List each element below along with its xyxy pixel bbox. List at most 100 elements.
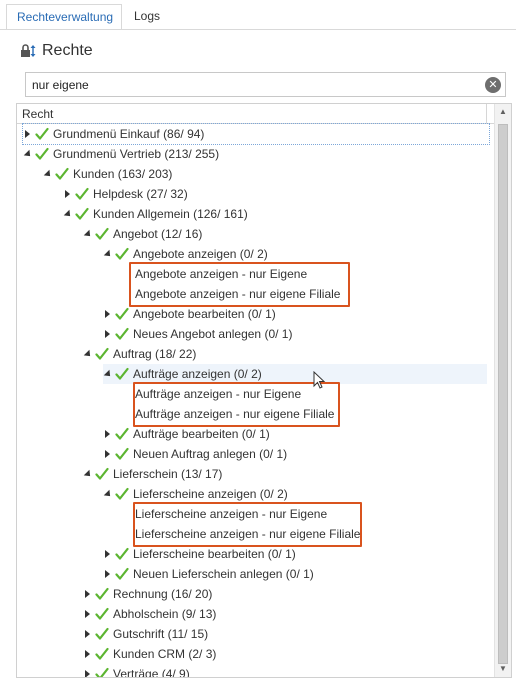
checkmark-icon[interactable] — [75, 184, 89, 204]
tree-item[interactable]: Kunden Allgemein (126/ 161) — [63, 204, 248, 224]
tab-bar: Rechteverwaltung Logs — [0, 0, 516, 30]
checkmark-icon[interactable] — [95, 584, 109, 604]
checkmark-icon[interactable] — [115, 304, 129, 324]
tree-item[interactable]: Aufträge bearbeiten (0/ 1) — [103, 424, 270, 444]
expand-arrow-icon[interactable] — [83, 664, 95, 677]
collapse-arrow-icon[interactable] — [103, 484, 115, 504]
tree-item-label: Kunden (163/ 203) — [73, 167, 173, 181]
highlight-box-auftraege — [133, 382, 340, 427]
tree-item[interactable]: Angebot (12/ 16) — [83, 224, 202, 244]
tree-item[interactable]: Angebote anzeigen (0/ 2) — [103, 244, 268, 264]
checkmark-icon[interactable] — [115, 564, 129, 584]
tree-item-label: Grundmenü Einkauf (86/ 94) — [53, 127, 205, 141]
collapse-arrow-icon[interactable] — [83, 224, 95, 244]
mouse-cursor-icon — [313, 370, 327, 391]
tree-item[interactable]: Kunden (163/ 203) — [43, 164, 172, 184]
tree-item[interactable]: Neues Angebot anlegen (0/ 1) — [103, 324, 292, 344]
tree-item-label: Gutschrift (11/ 15) — [113, 627, 209, 641]
tree-item[interactable]: Aufträge anzeigen (0/ 2) — [103, 364, 487, 384]
clear-icon[interactable]: ✕ — [485, 77, 501, 93]
expand-arrow-icon[interactable] — [63, 184, 75, 204]
expand-arrow-icon[interactable] — [103, 304, 115, 324]
checkmark-icon[interactable] — [95, 464, 109, 484]
checkmark-icon[interactable] — [35, 144, 49, 164]
expand-arrow-icon[interactable] — [103, 564, 115, 584]
tree-item-label: Neuen Auftrag anlegen (0/ 1) — [133, 447, 288, 461]
highlight-box-lieferscheine — [133, 502, 362, 547]
expand-arrow-icon[interactable] — [103, 324, 115, 344]
expand-arrow-icon[interactable] — [83, 624, 95, 644]
collapse-arrow-icon[interactable] — [103, 364, 115, 384]
search-box: ✕ — [25, 72, 506, 97]
tree-item-label: Angebote anzeigen (0/ 2) — [133, 247, 268, 261]
tree-item[interactable]: Helpdesk (27/ 32) — [63, 184, 188, 204]
tree-column-header: Recht — [17, 104, 495, 124]
checkmark-icon[interactable] — [115, 244, 129, 264]
checkmark-icon[interactable] — [115, 484, 129, 504]
tree-item[interactable]: Auftrag (18/ 22) — [83, 344, 196, 364]
collapse-arrow-icon[interactable] — [103, 244, 115, 264]
lock-sort-icon — [20, 43, 38, 59]
tree-item[interactable]: Grundmenü Vertrieb (213/ 255) — [23, 144, 219, 164]
expand-arrow-icon[interactable] — [83, 604, 95, 624]
checkmark-icon[interactable] — [95, 644, 109, 664]
expand-arrow-icon[interactable] — [83, 644, 95, 664]
tree-item-label: Aufträge bearbeiten (0/ 1) — [133, 427, 270, 441]
checkmark-icon[interactable] — [95, 664, 109, 677]
collapse-arrow-icon[interactable] — [83, 464, 95, 484]
column-divider[interactable] — [486, 104, 487, 124]
tree-item[interactable]: Angebote bearbeiten (0/ 1) — [103, 304, 276, 324]
checkmark-icon[interactable] — [115, 444, 129, 464]
tab-divider — [0, 29, 516, 30]
tree-item-label: Rechnung (16/ 20) — [113, 587, 213, 601]
search-input[interactable] — [32, 76, 472, 94]
tree-item[interactable]: Gutschrift (11/ 15) — [83, 624, 208, 644]
collapse-arrow-icon[interactable] — [83, 344, 95, 364]
checkmark-icon[interactable] — [95, 344, 109, 364]
checkmark-icon[interactable] — [95, 224, 109, 244]
tree-item-label: Neuen Lieferschein anlegen (0/ 1) — [133, 567, 314, 581]
tree-item[interactable]: Lieferscheine anzeigen (0/ 2) — [103, 484, 288, 504]
checkmark-icon[interactable] — [35, 124, 49, 144]
tab-rechteverwaltung[interactable]: Rechteverwaltung — [6, 4, 122, 30]
checkmark-icon[interactable] — [75, 204, 89, 224]
tree-item[interactable]: Lieferscheine bearbeiten (0/ 1) — [103, 544, 296, 564]
tree-item-label: Neues Angebot anlegen (0/ 1) — [133, 327, 293, 341]
expand-arrow-icon[interactable] — [103, 424, 115, 444]
section-heading: Rechte — [20, 40, 93, 62]
expand-arrow-icon[interactable] — [103, 444, 115, 464]
checkmark-icon[interactable] — [55, 164, 69, 184]
collapse-arrow-icon[interactable] — [63, 204, 75, 224]
checkmark-icon[interactable] — [115, 324, 129, 344]
checkmark-icon[interactable] — [115, 364, 129, 384]
tree-item[interactable]: Abholschein (9/ 13) — [83, 604, 216, 624]
tab-logs[interactable]: Logs — [124, 4, 170, 30]
collapse-arrow-icon[interactable] — [43, 164, 55, 184]
checkmark-icon[interactable] — [115, 544, 129, 564]
expand-arrow-icon[interactable] — [103, 544, 115, 564]
checkmark-icon[interactable] — [95, 624, 109, 644]
tree-item[interactable]: Neuen Lieferschein anlegen (0/ 1) — [103, 564, 314, 584]
checkmark-icon[interactable] — [115, 424, 129, 444]
tree-item-label: Abholschein (9/ 13) — [113, 607, 217, 621]
tree-item[interactable]: Verträge (4/ 9) — [83, 664, 190, 678]
scroll-up-icon[interactable]: ▲ — [495, 104, 511, 120]
collapse-arrow-icon[interactable] — [23, 144, 35, 164]
tree-item[interactable]: Rechnung (16/ 20) — [83, 584, 212, 604]
checkmark-icon[interactable] — [95, 604, 109, 624]
expand-arrow-icon[interactable] — [23, 124, 35, 144]
tree-item[interactable]: Lieferschein (13/ 17) — [83, 464, 222, 484]
vertical-scrollbar[interactable]: ▲ ▼ — [494, 104, 511, 677]
expand-arrow-icon[interactable] — [83, 584, 95, 604]
column-header-recht[interactable]: Recht — [22, 107, 53, 121]
tree-item[interactable]: Kunden CRM (2/ 3) — [83, 644, 216, 664]
scroll-thumb[interactable] — [498, 124, 508, 664]
tree-item-label: Lieferscheine bearbeiten (0/ 1) — [133, 547, 296, 561]
tree-item-label: Kunden CRM (2/ 3) — [113, 647, 217, 661]
tree-item-label: Lieferschein (13/ 17) — [113, 467, 223, 481]
scroll-down-icon[interactable]: ▼ — [495, 661, 511, 677]
tree-item[interactable]: Neuen Auftrag anlegen (0/ 1) — [103, 444, 287, 464]
tree-item[interactable]: Grundmenü Einkauf (86/ 94) — [22, 123, 490, 145]
tree-item-label: Verträge (4/ 9) — [113, 667, 190, 678]
page-title: Rechte — [42, 42, 93, 59]
